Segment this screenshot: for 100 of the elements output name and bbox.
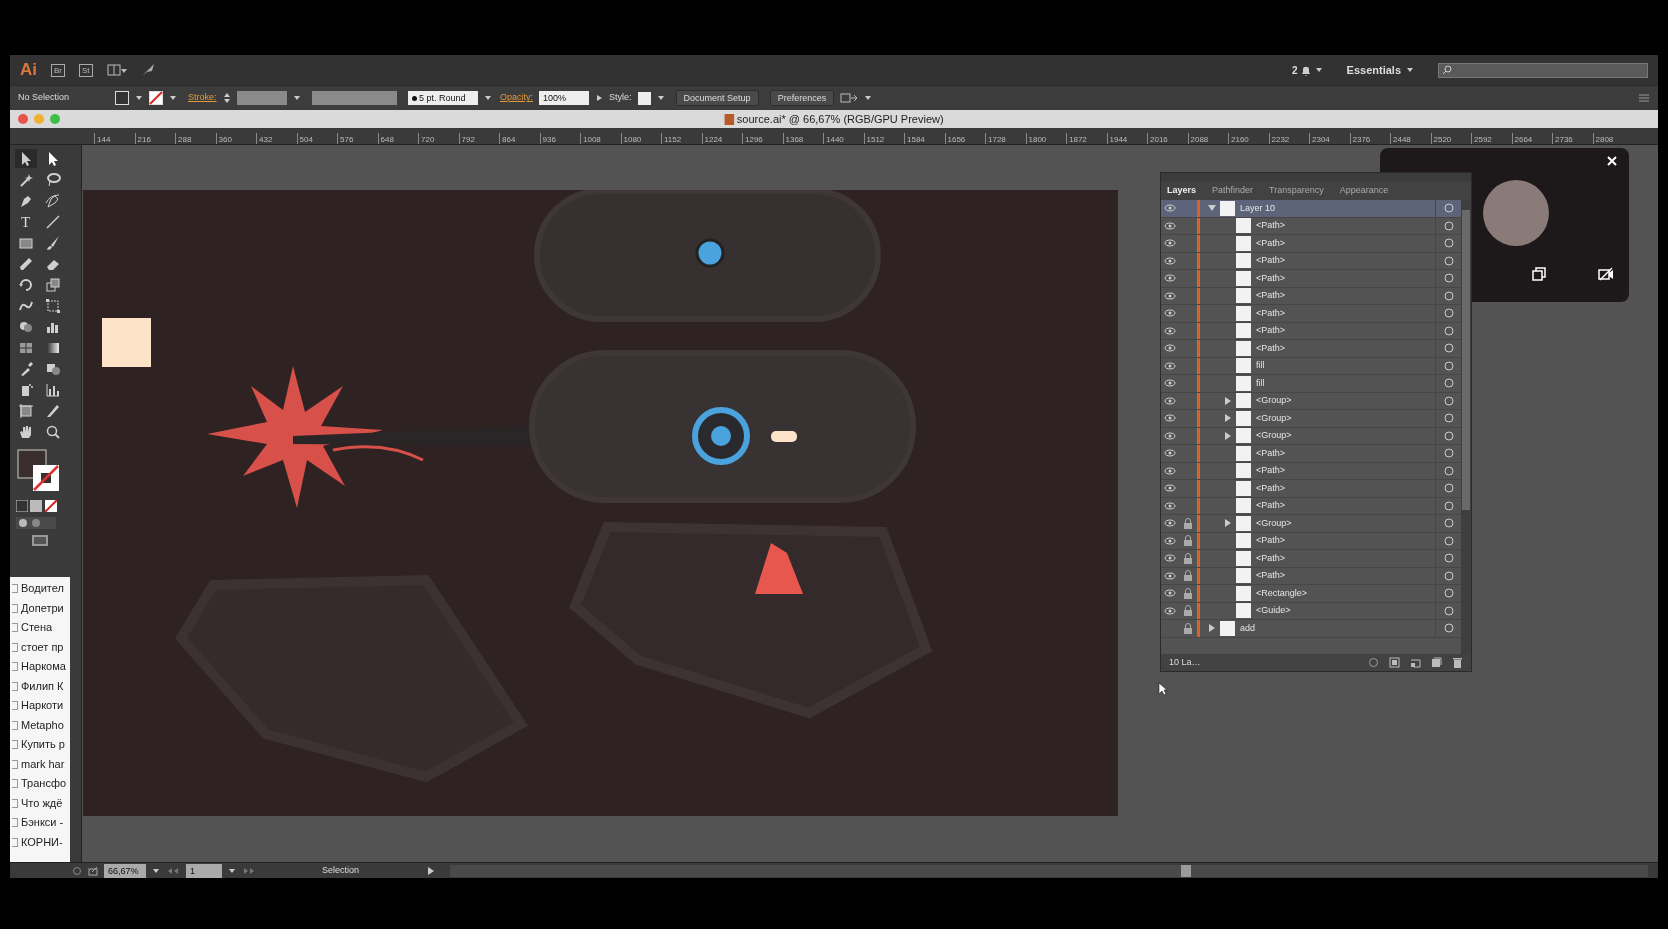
layer-row[interactable]: <Group> bbox=[1161, 410, 1461, 428]
layer-row[interactable]: <Path> bbox=[1161, 445, 1461, 463]
opacity-field[interactable]: 100% bbox=[539, 91, 590, 105]
bookmark-link[interactable]: Купить р bbox=[21, 735, 65, 755]
eye-icon[interactable] bbox=[1164, 589, 1176, 598]
layer-row[interactable]: <Path> bbox=[1161, 235, 1461, 253]
layer-row[interactable]: <Group> bbox=[1161, 515, 1461, 533]
screen-mode-icon[interactable] bbox=[31, 534, 49, 548]
trash-icon[interactable] bbox=[1452, 657, 1463, 668]
rotate-icon[interactable] bbox=[17, 276, 34, 293]
target-circle-icon[interactable] bbox=[1443, 588, 1454, 599]
eye-icon[interactable] bbox=[1164, 536, 1176, 545]
locate-object-icon[interactable] bbox=[1368, 657, 1379, 668]
expand-triangle-icon[interactable] bbox=[1224, 519, 1232, 528]
camera-off-icon[interactable] bbox=[1598, 267, 1614, 281]
draw-mode-icon[interactable] bbox=[15, 517, 56, 529]
stock-button[interactable]: St bbox=[79, 63, 93, 77]
none-mode-icon[interactable] bbox=[44, 500, 57, 512]
workspace-switcher[interactable]: Essentials bbox=[1346, 61, 1401, 79]
eye-icon[interactable] bbox=[1164, 501, 1176, 510]
variable-width-field[interactable] bbox=[311, 91, 397, 105]
target-circle-icon[interactable] bbox=[1443, 413, 1454, 424]
arrange-documents-icon[interactable] bbox=[106, 64, 127, 76]
target-circle-icon[interactable] bbox=[1443, 378, 1454, 389]
target-circle-icon[interactable] bbox=[1443, 395, 1454, 406]
layer-row[interactable]: <Rectangle> bbox=[1161, 585, 1461, 603]
target-circle-icon[interactable] bbox=[1443, 308, 1454, 319]
target-circle-icon[interactable] bbox=[1443, 273, 1454, 284]
horizontal-scrollbar[interactable] bbox=[450, 864, 1648, 877]
eye-icon[interactable] bbox=[1164, 449, 1176, 458]
target-circle-icon[interactable] bbox=[1443, 238, 1454, 249]
eye-icon[interactable] bbox=[1164, 396, 1176, 405]
target-circle-icon[interactable] bbox=[1443, 553, 1454, 564]
eye-icon[interactable] bbox=[1164, 344, 1176, 353]
lock-icon[interactable] bbox=[1183, 587, 1193, 599]
brush-dropdown[interactable]: 5 pt. Round bbox=[407, 91, 478, 105]
last-page-icon[interactable] bbox=[242, 866, 256, 875]
target-circle-icon[interactable] bbox=[1443, 448, 1454, 459]
zoom-icon[interactable] bbox=[44, 423, 61, 440]
caret-icon[interactable] bbox=[595, 93, 604, 103]
target-circle-icon[interactable] bbox=[1443, 203, 1454, 214]
eye-icon[interactable] bbox=[1164, 379, 1176, 388]
layer-row[interactable]: <Path> bbox=[1161, 550, 1461, 568]
target-circle-icon[interactable] bbox=[1443, 465, 1454, 476]
eye-icon[interactable] bbox=[1164, 431, 1176, 440]
eye-icon[interactable] bbox=[1164, 361, 1176, 370]
bookmark-link[interactable]: Водител bbox=[21, 579, 64, 599]
eye-icon[interactable] bbox=[1164, 519, 1176, 528]
target-circle-icon[interactable] bbox=[1443, 535, 1454, 546]
stroke-weight-field[interactable] bbox=[236, 91, 287, 105]
color-mode-icon[interactable] bbox=[15, 500, 28, 512]
play-icon[interactable] bbox=[428, 866, 434, 875]
eye-icon[interactable] bbox=[1164, 571, 1176, 580]
line-segment-icon[interactable] bbox=[44, 213, 61, 230]
align-options-icon[interactable] bbox=[840, 92, 859, 104]
bell-icon[interactable] bbox=[1300, 64, 1313, 76]
target-circle-icon[interactable] bbox=[1443, 255, 1454, 266]
eye-icon[interactable] bbox=[1164, 466, 1176, 475]
layer-row[interactable]: <Path> bbox=[1161, 340, 1461, 358]
zoom-field[interactable]: 66,67% bbox=[104, 863, 146, 878]
target-circle-icon[interactable] bbox=[1443, 430, 1454, 441]
style-swatch[interactable] bbox=[637, 91, 651, 105]
bookmark-link[interactable]: Допетри bbox=[21, 598, 64, 618]
target-circle-icon[interactable] bbox=[1443, 290, 1454, 301]
fill-swatch[interactable] bbox=[115, 91, 130, 105]
target-circle-icon[interactable] bbox=[1443, 483, 1454, 494]
lasso-icon[interactable] bbox=[44, 171, 61, 188]
share-icon[interactable] bbox=[88, 865, 98, 876]
expand-triangle-icon[interactable] bbox=[1208, 624, 1216, 633]
eye-icon[interactable] bbox=[1164, 274, 1176, 283]
notification-count[interactable]: 2 bbox=[1292, 62, 1298, 78]
eye-icon[interactable] bbox=[1164, 414, 1176, 423]
lock-icon[interactable] bbox=[1183, 517, 1193, 529]
app-logo[interactable]: Ai bbox=[20, 57, 37, 83]
scale-icon[interactable] bbox=[44, 276, 61, 293]
toolbar-button[interactable]: Document Setup bbox=[675, 90, 759, 106]
eye-icon[interactable] bbox=[1164, 221, 1176, 230]
eye-icon[interactable] bbox=[1164, 326, 1176, 335]
lock-icon[interactable] bbox=[1183, 535, 1193, 547]
target-circle-icon[interactable] bbox=[1443, 343, 1454, 354]
close-icon[interactable] bbox=[1607, 156, 1617, 166]
rotate-view-icon[interactable] bbox=[72, 865, 82, 876]
bookmark-link[interactable]: Филип К bbox=[21, 676, 64, 696]
eye-icon[interactable] bbox=[1164, 291, 1176, 300]
lock-icon[interactable] bbox=[1183, 570, 1193, 582]
type-tool-button[interactable]: T bbox=[20, 213, 31, 230]
bookmark-link[interactable]: mark har bbox=[21, 754, 65, 774]
eye-icon[interactable] bbox=[1164, 484, 1176, 493]
eye-icon[interactable] bbox=[1164, 606, 1176, 615]
pencil-icon[interactable] bbox=[17, 255, 34, 272]
bookmark-link[interactable]: Что ждё bbox=[21, 793, 63, 813]
bookmark-link[interactable]: стоет пр bbox=[21, 637, 64, 657]
target-circle-icon[interactable] bbox=[1443, 220, 1454, 231]
curvature-pen-icon[interactable] bbox=[44, 192, 61, 209]
artboard-field[interactable]: 1 bbox=[186, 863, 222, 878]
layer-row[interactable]: <Path> bbox=[1161, 480, 1461, 498]
bookmark-link[interactable]: КОРНИ- bbox=[21, 832, 63, 852]
new-sublayer-icon[interactable] bbox=[1410, 657, 1421, 668]
opacity-link[interactable]: Opacity: bbox=[500, 91, 534, 105]
target-circle-icon[interactable] bbox=[1443, 500, 1454, 511]
